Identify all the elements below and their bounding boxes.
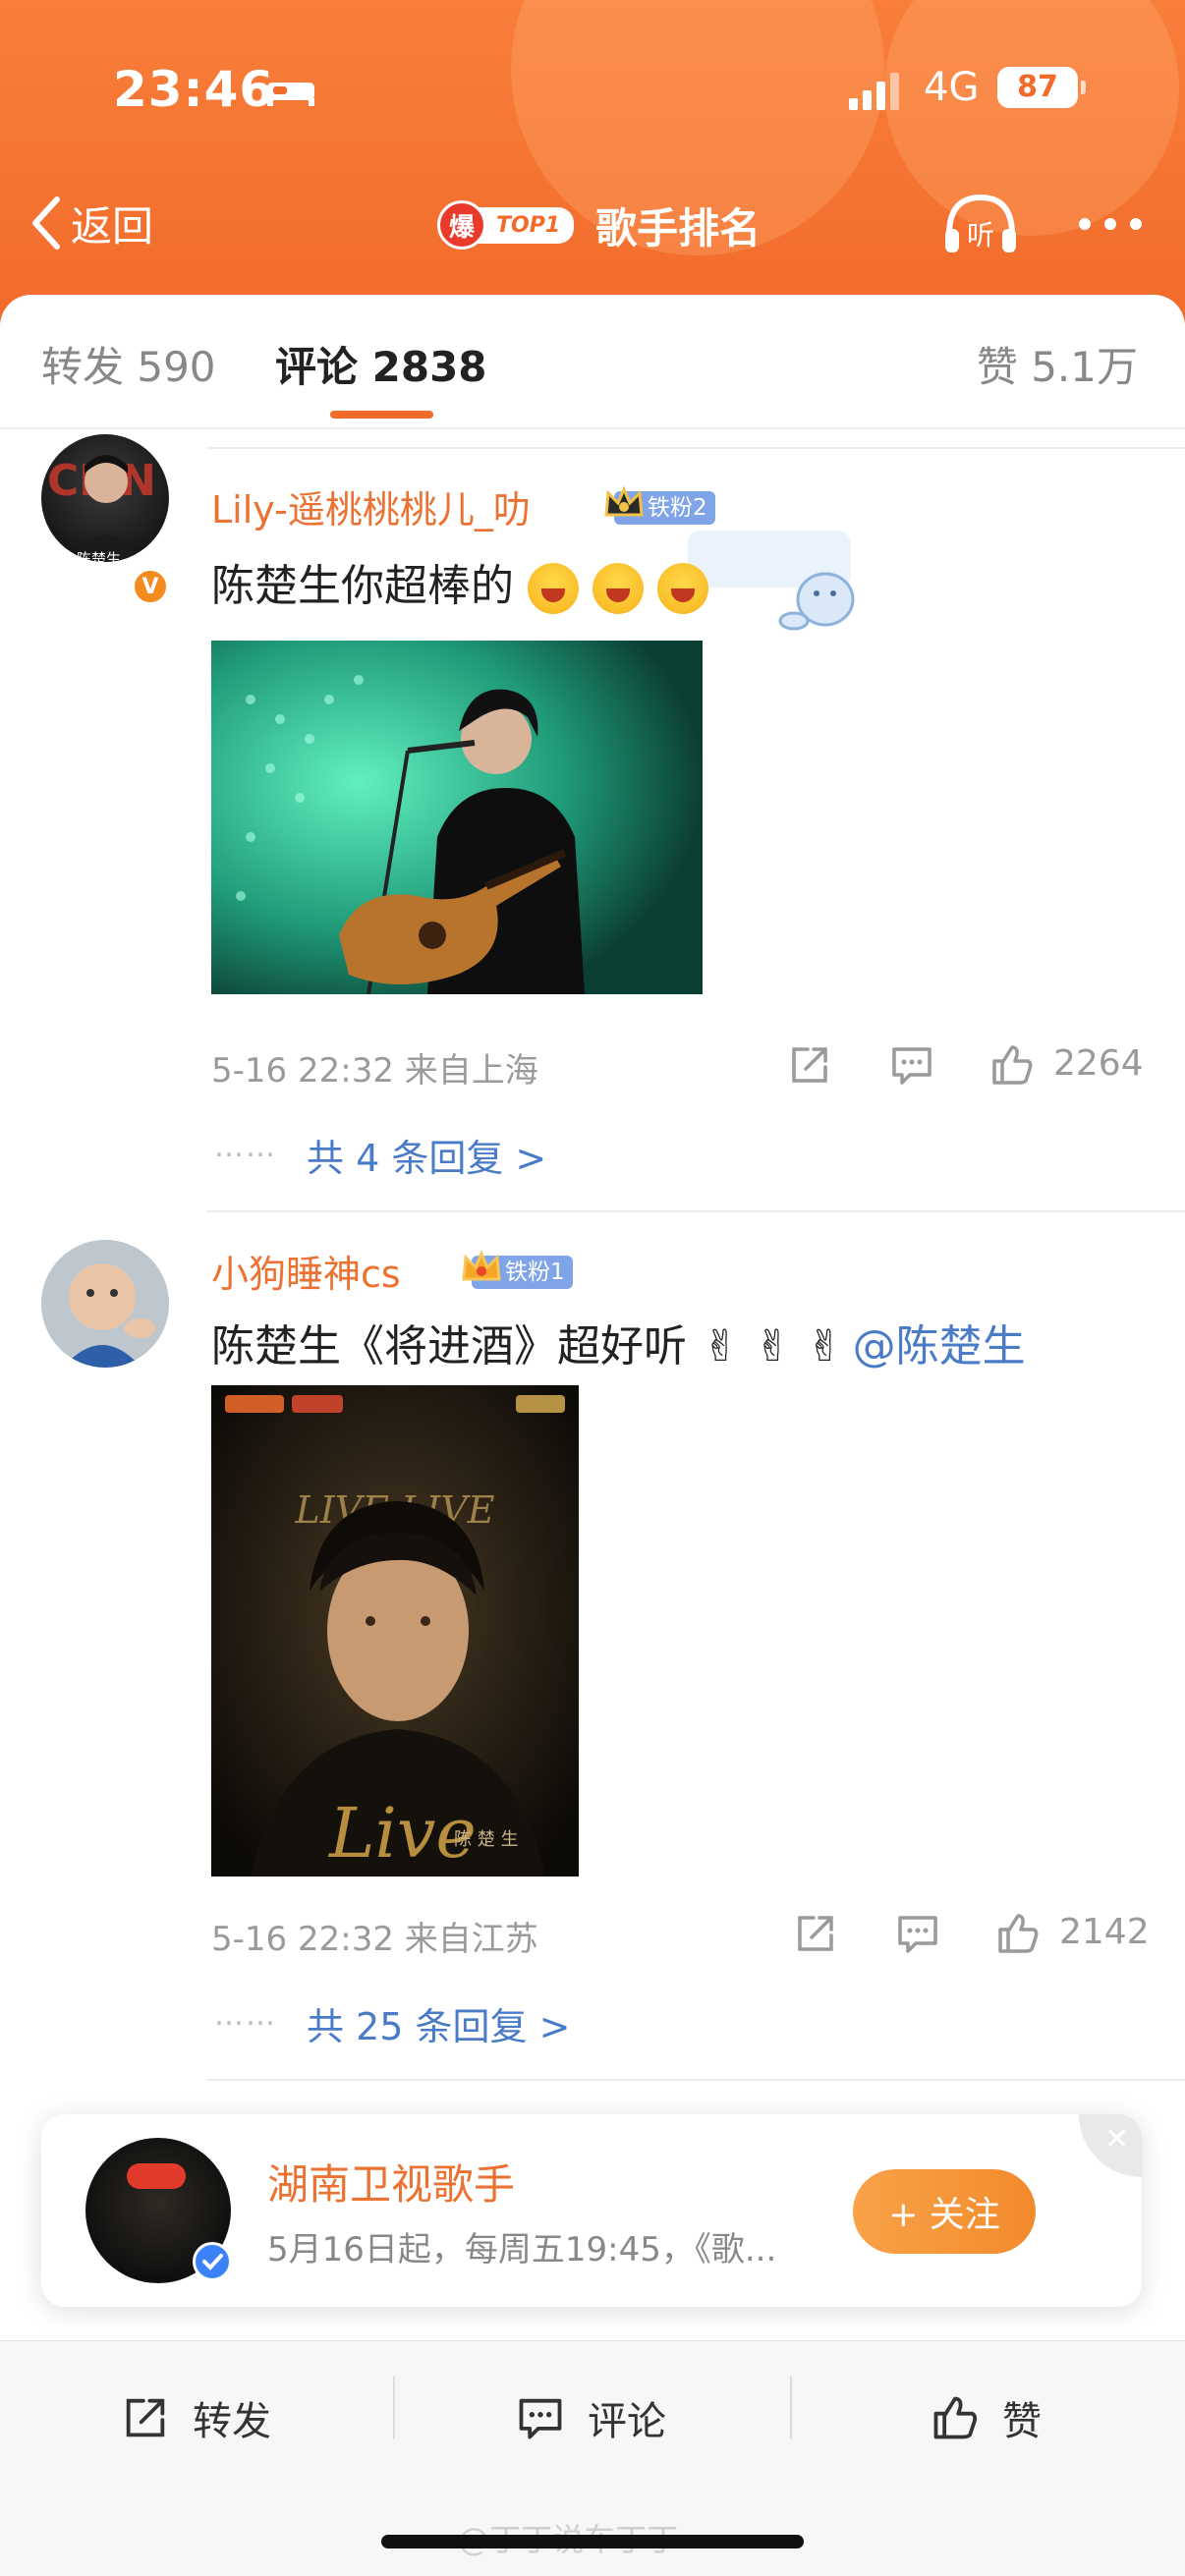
comment-icon: [519, 2398, 562, 2439]
like-label: 赞: [1002, 2399, 1042, 2444]
tab-comment[interactable]: 评论 2838: [275, 334, 487, 394]
sleep-mode-icon: [267, 83, 314, 106]
thumbs-up-icon[interactable]: [994, 1910, 1042, 1957]
avatar[interactable]: CH N: [41, 434, 169, 562]
card-description: 5月16日起，每周五19:45，《歌...: [267, 2230, 777, 2269]
crying-laughing-emoji-icon: [528, 563, 579, 614]
status-bar: 23:46 4G 87: [0, 61, 1185, 130]
crown-icon: [604, 485, 644, 517]
username[interactable]: Lily-遥桃桃桃儿_叻: [211, 479, 531, 533]
mention-link[interactable]: @陈楚生: [853, 1321, 1026, 1372]
back-label: 返回: [71, 201, 154, 251]
fan-level-badge: 铁粉1: [462, 1250, 573, 1289]
comment-photo[interactable]: LIVE LIVE Live: [211, 1385, 579, 1876]
view-replies-link[interactable]: 共 25 条回复 >: [307, 1996, 570, 2050]
repost-label: 转发: [193, 2399, 271, 2444]
comment-button[interactable]: 评论: [515, 2388, 666, 2447]
avatar-image: [41, 1240, 169, 1368]
comment-photo[interactable]: [211, 641, 703, 994]
photo-poster-portrait: LIVE LIVE Live: [211, 1385, 579, 1876]
cellular-signal-icon: [849, 73, 899, 110]
crown-icon: [462, 1250, 501, 1281]
share-icon[interactable]: [792, 1910, 839, 1957]
reply-dots: ……: [214, 1130, 277, 1164]
crying-laughing-emoji-icon: [657, 563, 708, 614]
comment-bubble-decoration: [688, 531, 855, 631]
divider: [206, 447, 1185, 449]
active-tab-indicator: [330, 411, 433, 419]
comment-meta: 5-16 22:32 来自江苏: [211, 1920, 538, 1959]
comment-text: 陈楚生《将进酒》超好听 ✌ ✌ ✌ @陈楚生: [211, 1311, 1026, 1373]
comment-label: 评论: [588, 2399, 666, 2444]
top-rank-label: TOP1: [477, 206, 575, 244]
repost-button[interactable]: 转发: [120, 2388, 271, 2447]
like-button[interactable]: 赞: [930, 2388, 1042, 2447]
comment-text: 陈楚生你超棒的: [211, 550, 708, 614]
photo-singer-guitar: [211, 641, 703, 994]
page-title: 歌手排名: [595, 203, 762, 252]
victory-hand-emoji-icon: ✌: [806, 1321, 843, 1372]
verified-badge-icon: [193, 2242, 232, 2281]
crying-laughing-emoji-icon: [592, 563, 644, 614]
network-type: 4G: [924, 65, 980, 110]
verified-badge-icon: V: [132, 568, 169, 605]
reply-dots: ……: [214, 1998, 277, 2033]
comment-icon[interactable]: [894, 1910, 941, 1957]
view-replies-link[interactable]: 共 4 条回复 >: [307, 1128, 546, 1182]
close-card-button[interactable]: ✕: [1079, 2114, 1142, 2177]
tab-repost[interactable]: 转发 590: [41, 334, 216, 394]
fan-badge-label: 铁粉1: [505, 1260, 565, 1285]
card-account-name[interactable]: 湖南卫视歌手: [267, 2152, 515, 2212]
victory-hand-emoji-icon: ✌: [703, 1321, 739, 1372]
like-count: 2264: [1053, 1043, 1144, 1084]
topic-title[interactable]: 爆 TOP1 歌手排名: [437, 196, 761, 254]
fan-level-badge: 铁粉2: [604, 485, 715, 525]
battery-indicator: 87: [997, 67, 1086, 108]
thumbs-up-icon[interactable]: [988, 1041, 1036, 1089]
thumbs-up-icon: [933, 2396, 978, 2439]
fan-badge-label: 铁粉2: [648, 495, 707, 521]
avatar[interactable]: [41, 1240, 169, 1368]
chevron-left-icon: [32, 196, 60, 250]
tab-like[interactable]: 赞 5.1万: [977, 334, 1138, 394]
divider: [393, 2377, 395, 2439]
headphones-listen-icon[interactable]: 听: [941, 190, 1020, 258]
header: 23:46 4G 87 返回 爆 TOP1 歌手排名 听: [0, 0, 1185, 324]
status-time: 23:46: [113, 61, 275, 118]
follow-suggestion-card[interactable]: 湖南卫视歌手 5月16日起，每周五19:45，《歌... + 关注 ✕: [41, 2114, 1142, 2307]
comment-body: 陈楚生《将进酒》超好听: [211, 1321, 687, 1372]
top-nav: 返回 爆 TOP1 歌手排名 听: [0, 182, 1185, 270]
comment-meta: 5-16 22:32 来自上海: [211, 1051, 538, 1091]
comment-actions: 2142: [792, 1910, 1185, 1969]
hot-icon: 爆: [437, 200, 486, 250]
share-icon: [126, 2398, 165, 2437]
share-icon[interactable]: [786, 1041, 833, 1089]
victory-hand-emoji-icon: ✌: [754, 1321, 791, 1372]
tab-bar: 转发 590 评论 2838 赞 5.1万: [0, 295, 1185, 427]
divider: [206, 2079, 1185, 2081]
divider: [206, 1210, 1185, 1212]
avatar-logo-chip: [127, 2163, 186, 2189]
close-icon: ✕: [1104, 2122, 1130, 2156]
like-count: 2142: [1059, 1912, 1150, 1952]
svg-text:听: 听: [967, 219, 994, 252]
home-indicator[interactable]: [381, 2535, 804, 2548]
hot-badge: 爆 TOP1: [437, 200, 575, 250]
avatar-image: CH N: [47, 455, 156, 562]
username[interactable]: 小狗睡神cs: [211, 1244, 401, 1298]
poster-caption: 陈 楚 生: [454, 1829, 519, 1850]
divider: [790, 2377, 792, 2439]
comment-icon[interactable]: [888, 1041, 935, 1089]
more-options-icon[interactable]: [1071, 199, 1150, 249]
comment-actions: 2264: [786, 1041, 1179, 1100]
avatar-caption: 陈楚生 歌手202: [77, 550, 135, 586]
divider: [0, 427, 1185, 429]
back-button[interactable]: 返回: [29, 194, 153, 252]
follow-button[interactable]: + 关注: [853, 2169, 1036, 2254]
comment-body: 陈楚生你超棒的: [211, 561, 514, 611]
